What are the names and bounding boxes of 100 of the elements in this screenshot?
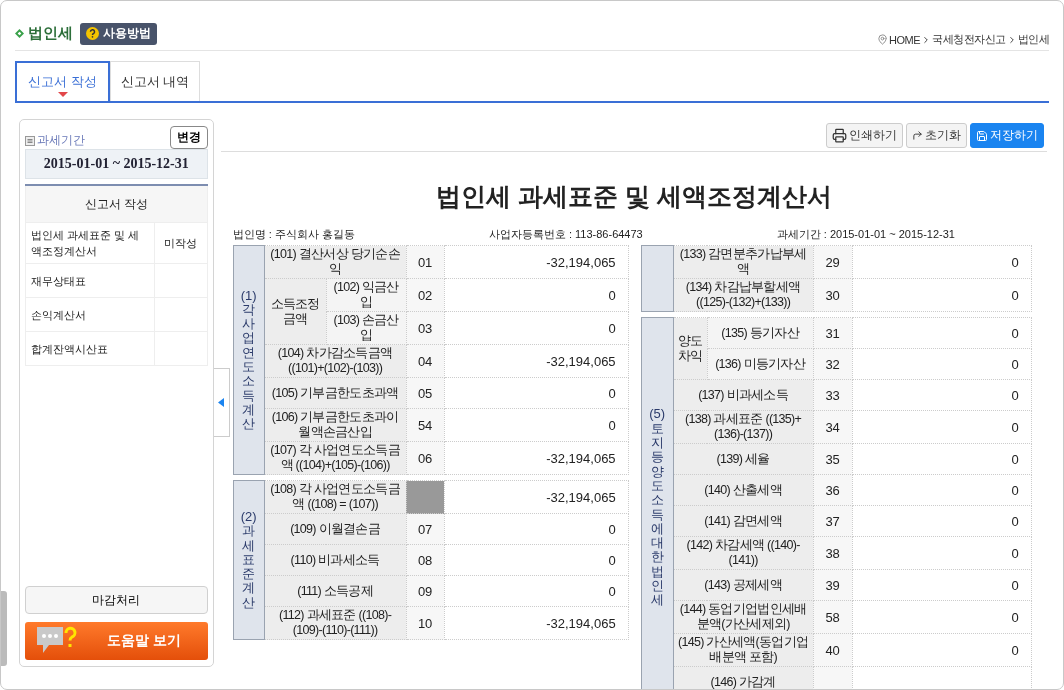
info-text: 과세기간 : 2015-01-01 ~ 2015-12-31 <box>776 227 955 242</box>
row-label-cell: (110) 비과세소득 <box>264 544 407 576</box>
row-label-cell: (137) 비과세소득 <box>673 379 814 411</box>
form-link[interactable]: 손익계산서 <box>25 297 155 332</box>
row-label-cell: (102) 익금산입 <box>326 278 407 312</box>
row-label-cell: (111) 소득공제 <box>264 575 407 607</box>
amount-cell: 0 <box>852 317 1032 349</box>
row-label-cell: (112) 과세표준 ((108)-(109)-(110)-(111)) <box>264 606 407 640</box>
code-cell: 06 <box>406 441 445 475</box>
question-icon <box>86 27 99 40</box>
amount-cell: 0 <box>444 575 629 607</box>
code-cell: 04 <box>406 344 445 378</box>
amount-cell: 0 <box>852 536 1032 570</box>
amount-cell: 0 <box>852 278 1032 312</box>
row-label-cell: (142) 차감세액 ((140)-(141)) <box>673 536 814 570</box>
group-header-cell: (1) 각사업연도소득계산 <box>233 245 265 475</box>
code-cell: 01 <box>406 245 445 279</box>
row-label-cell: (107) 각 사업연도소득금액 ((104)+(105)-(106)) <box>264 441 407 475</box>
amount-cell: 0 <box>444 544 629 576</box>
code-cell: 32 <box>813 348 853 380</box>
page-title: 법인세 <box>28 24 73 43</box>
code-cell: 07 <box>406 513 445 545</box>
amount-cell: -32,194,065 <box>444 245 629 279</box>
row-label-cell: (136) 미등기자산 <box>707 348 814 380</box>
amount-cell: 0 <box>852 600 1032 634</box>
chevron-icon <box>921 34 931 45</box>
code-cell: 36 <box>813 474 853 506</box>
form-link[interactable]: 합계잔액시산표 <box>25 331 155 366</box>
redo-arrow-icon <box>912 130 923 141</box>
amount-cell: 0 <box>852 443 1032 475</box>
list-icon <box>25 135 35 146</box>
breadcrumb-link[interactable]: 국세청전자신고 <box>932 32 1006 47</box>
amount-cell: 0 <box>852 505 1032 537</box>
code-cell: 30 <box>813 278 853 312</box>
row-label-cell: (144) 동업기업법인세배분액(가산세제외) <box>673 600 814 634</box>
code-cell: 54 <box>406 408 445 442</box>
tab[interactable]: 신고서 내역 <box>110 61 200 101</box>
code-cell: 10 <box>406 606 445 640</box>
row-label-cell: (143) 공제세액 <box>673 569 814 601</box>
form-link[interactable]: 재무상태표 <box>25 263 155 298</box>
breadcrumb-link[interactable]: HOME <box>889 33 920 46</box>
code-cell: 38 <box>813 536 853 570</box>
row-label-cell: (139) 세율 <box>673 443 814 475</box>
breadcrumb-link[interactable]: 법인세 <box>1017 32 1049 47</box>
code-cell: 29 <box>813 245 853 279</box>
row-label-cell: (109) 이월결손금 <box>264 513 407 545</box>
row-label-cell: 소득조정 금액 <box>264 278 327 345</box>
row-label-cell: (140) 산출세액 <box>673 474 814 506</box>
code-cell: 58 <box>813 600 853 634</box>
amount-cell: -32,194,065 <box>444 480 629 514</box>
code-cell: 39 <box>813 569 853 601</box>
close-button[interactable]: 마감처리 <box>25 586 208 614</box>
tab[interactable]: 신고서 작성 <box>15 61 110 101</box>
row-label-cell: (141) 감면세액 <box>673 505 814 537</box>
pin-icon <box>877 34 888 45</box>
code-cell: 37 <box>813 505 853 537</box>
row-label-cell: (101) 결산서상 당기순손익 <box>264 245 407 279</box>
amount-cell: -32,194,065 <box>444 344 629 378</box>
status-cell: 미작성 <box>154 222 208 264</box>
row-label-cell: (104) 차가감소득금액 ((101)+(102)-(103)) <box>264 344 407 378</box>
forms-header: 신고서 작성 <box>25 185 208 223</box>
amount-cell: 0 <box>852 348 1032 380</box>
code-cell: 02 <box>406 278 445 312</box>
reset-button[interactable]: 초기화 <box>906 123 967 148</box>
help-button[interactable]: 사용방법 <box>80 22 157 45</box>
save-icon <box>976 129 988 142</box>
amount-cell: -32,194,065 <box>444 606 629 640</box>
amount-cell: 0 <box>444 513 629 545</box>
code-cell: 08 <box>406 544 445 576</box>
amount-cell: 0 <box>444 377 629 409</box>
amount-cell: 0 <box>852 474 1032 506</box>
amount-cell: 0 <box>444 408 629 442</box>
group-header-cell <box>641 245 674 312</box>
save-button[interactable]: 저장하기 <box>970 123 1044 148</box>
code-cell: 05 <box>406 377 445 409</box>
code-cell: 31 <box>813 317 853 349</box>
amount-cell: 0 <box>852 379 1032 411</box>
printer-icon <box>832 128 847 143</box>
code-cell: 34 <box>813 410 853 444</box>
row-label-cell: (146) 가감계 <box>673 666 814 689</box>
amount-cell: 0 <box>852 633 1032 667</box>
row-label-cell: (106) 기부금한도초과이월액손금산입 <box>264 408 407 442</box>
group-header-cell: (2) 과세표준계산 <box>233 480 265 640</box>
amount-cell: -32,194,065 <box>444 441 629 475</box>
diamond-icon <box>15 29 24 38</box>
row-label-cell: (145) 가산세액(동업기업배분액 포함) <box>673 633 814 667</box>
row-label-cell: (133) 감면분추가납부세액 <box>673 245 814 279</box>
amount-cell: 0 <box>444 278 629 312</box>
row-label-cell: 양도 차익 <box>673 317 708 380</box>
row-label-cell: (103) 손금산입 <box>326 311 407 345</box>
period-value: 2015-01-01 ~ 2015-12-31 <box>25 149 208 179</box>
code-cell: 40 <box>813 633 853 667</box>
change-button[interactable]: 변경 <box>169 126 208 149</box>
code-cell: 33 <box>813 379 853 411</box>
amount-cell: 0 <box>852 245 1032 279</box>
row-label-cell: (135) 등기자산 <box>707 317 814 349</box>
amount-cell: 0 <box>852 410 1032 444</box>
form-link[interactable]: 법인세 과세표준 및 세액조정계산서 <box>25 222 155 264</box>
print-button[interactable]: 인쇄하기 <box>826 123 903 148</box>
period-label: 과세기간 <box>25 132 85 149</box>
